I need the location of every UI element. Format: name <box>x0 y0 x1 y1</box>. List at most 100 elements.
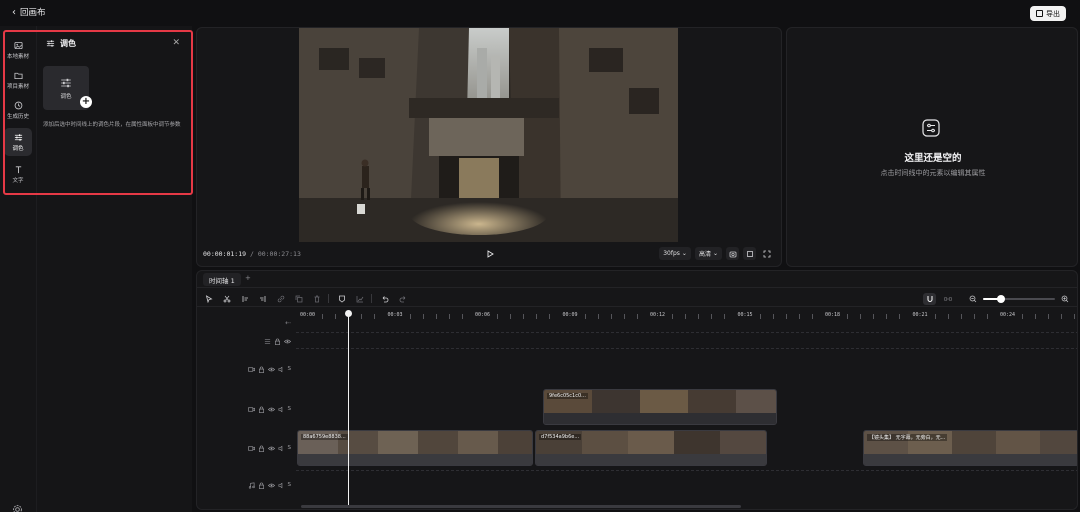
eye-icon[interactable] <box>267 482 275 489</box>
playhead[interactable] <box>344 310 352 508</box>
ruler-tick <box>973 314 975 319</box>
delete-button[interactable] <box>311 293 322 304</box>
settings-panel-icon <box>922 119 940 137</box>
play-icon[interactable] <box>485 249 495 259</box>
timeline-toolbar <box>197 291 1077 307</box>
snapshot-button[interactable] <box>726 247 739 260</box>
speaker-icon[interactable] <box>278 445 285 452</box>
copy-button[interactable] <box>293 293 304 304</box>
fullscreen-icon <box>763 250 770 257</box>
ruler-tick <box>698 314 699 319</box>
collapse-tracks-control[interactable]: ⇠ <box>197 317 295 329</box>
toolbar-divider <box>328 294 329 303</box>
properties-panel: 这里还是空的 点击时间线中的元素以编辑其属性 <box>786 27 1078 267</box>
time-ruler[interactable]: 00:00 00:03 00:06 00:09 00:12 00:15 00:18 00:21… <box>296 310 1077 322</box>
eye-icon[interactable] <box>284 338 291 345</box>
rail-label: 文字 <box>12 177 24 184</box>
rail-item-color-grading[interactable]: 调色 <box>4 128 32 156</box>
split-button[interactable] <box>221 293 232 304</box>
eye-icon[interactable] <box>267 366 275 373</box>
zoom-slider-handle[interactable] <box>997 295 1005 303</box>
horizontal-scrollbar[interactable] <box>301 505 741 508</box>
chevron-down-icon: ⌄ <box>681 250 687 257</box>
lock-icon[interactable] <box>258 445 265 452</box>
export-label: 导出 <box>1046 9 1060 18</box>
ruler-tick <box>497 314 498 319</box>
clock-icon <box>14 101 22 109</box>
track-header-video-2: S <box>197 403 295 415</box>
ruler-label: 00:00 <box>300 312 316 318</box>
video-frame[interactable] <box>299 28 678 242</box>
aspect-button[interactable] <box>743 247 756 260</box>
video-clip[interactable]: 9fe6c05c1c0... <box>543 389 777 425</box>
trim-left-button[interactable] <box>239 293 250 304</box>
rail-item-local-media[interactable]: 本地素材 <box>4 36 32 64</box>
preview-controls: 30fps ⌄ 高清 ⌄ <box>659 247 773 260</box>
timeline-panel: 时间轴 1 + 00:00 00:03 00:06 00:09 00:12 00:15 00… <box>196 270 1078 510</box>
rail-item-text[interactable]: 文字 <box>4 160 32 188</box>
redo-button[interactable] <box>397 293 408 304</box>
color-grading-tile[interactable]: 调色 + <box>43 66 92 110</box>
rail-item-project-media[interactable]: 项目素材 <box>4 66 32 94</box>
lock-icon[interactable] <box>258 482 265 489</box>
video-clip[interactable]: d7f534a9b6e... <box>535 430 767 466</box>
ruler-tick <box>1035 314 1036 319</box>
magnet-icon <box>927 296 932 302</box>
track-marker: S <box>287 406 292 412</box>
ruler-tick <box>597 314 599 319</box>
video-clip[interactable]: 【镜头集】 无字幕，无旁白，无... <box>863 430 1077 466</box>
zoom-out-button[interactable] <box>967 293 978 304</box>
speaker-icon[interactable] <box>278 406 285 413</box>
toolbar-divider <box>371 294 372 303</box>
curve-button[interactable] <box>354 293 365 304</box>
undo-button[interactable] <box>379 293 390 304</box>
eye-icon[interactable] <box>267 406 275 413</box>
track-lane-video-1[interactable] <box>296 348 1077 386</box>
ruler-label: 00:09 <box>562 312 578 318</box>
link-button[interactable] <box>275 293 286 304</box>
zoom-slider[interactable] <box>983 295 1055 303</box>
tab-timeline-1[interactable]: 时间轴 1 <box>203 273 241 286</box>
export-button[interactable]: 导出 <box>1030 6 1066 21</box>
zoom-out-icon <box>969 295 976 302</box>
ruler-tick <box>610 314 612 319</box>
fps-value: 30fps <box>663 250 680 257</box>
alley-scene-image <box>299 28 678 242</box>
add-icon[interactable]: + <box>80 96 92 108</box>
marker-button[interactable] <box>336 293 347 304</box>
speaker-icon[interactable] <box>278 482 285 489</box>
magnet-snap-button[interactable] <box>923 293 936 305</box>
zoom-in-button[interactable] <box>1059 293 1070 304</box>
ruler-label: 00:15 <box>737 312 753 318</box>
fullscreen-button[interactable] <box>760 247 773 260</box>
track-lane-color[interactable] <box>296 332 1077 348</box>
ruler-tick <box>1074 314 1075 319</box>
trim-right-icon <box>259 295 265 302</box>
copy-icon <box>295 295 302 302</box>
quality-select[interactable]: 高清 ⌄ <box>694 247 722 260</box>
add-timeline-button[interactable]: + <box>245 274 251 282</box>
gear-icon[interactable] <box>12 504 23 512</box>
ruler-tick <box>409 314 411 319</box>
clip-label: 9fe6c05c1c0... <box>547 393 588 399</box>
track-header-audio: S <box>197 479 295 491</box>
lock-icon[interactable] <box>274 338 281 345</box>
track-lane-audio[interactable] <box>296 470 1077 502</box>
shield-icon <box>338 295 345 303</box>
trim-right-button[interactable] <box>257 293 268 304</box>
playhead-handle[interactable] <box>344 310 352 317</box>
close-icon[interactable]: ✕ <box>172 38 180 48</box>
eye-icon[interactable] <box>267 445 275 452</box>
back-to-canvas-button[interactable]: ‹ 回画布 <box>12 6 46 19</box>
zoom-in-icon <box>1061 295 1068 302</box>
rail-item-history[interactable]: 生成历史 <box>4 96 32 124</box>
link-tracks-button[interactable] <box>941 293 955 304</box>
lock-icon[interactable] <box>258 406 265 413</box>
speaker-icon[interactable] <box>278 366 285 373</box>
fps-select[interactable]: 30fps ⌄ <box>659 247 691 260</box>
ruler-tick <box>711 314 712 319</box>
video-clip[interactable]: 88a6759e8838... <box>297 430 533 466</box>
lock-icon[interactable] <box>258 366 265 373</box>
trim-left-icon <box>242 295 248 302</box>
select-tool-button[interactable] <box>203 293 214 304</box>
